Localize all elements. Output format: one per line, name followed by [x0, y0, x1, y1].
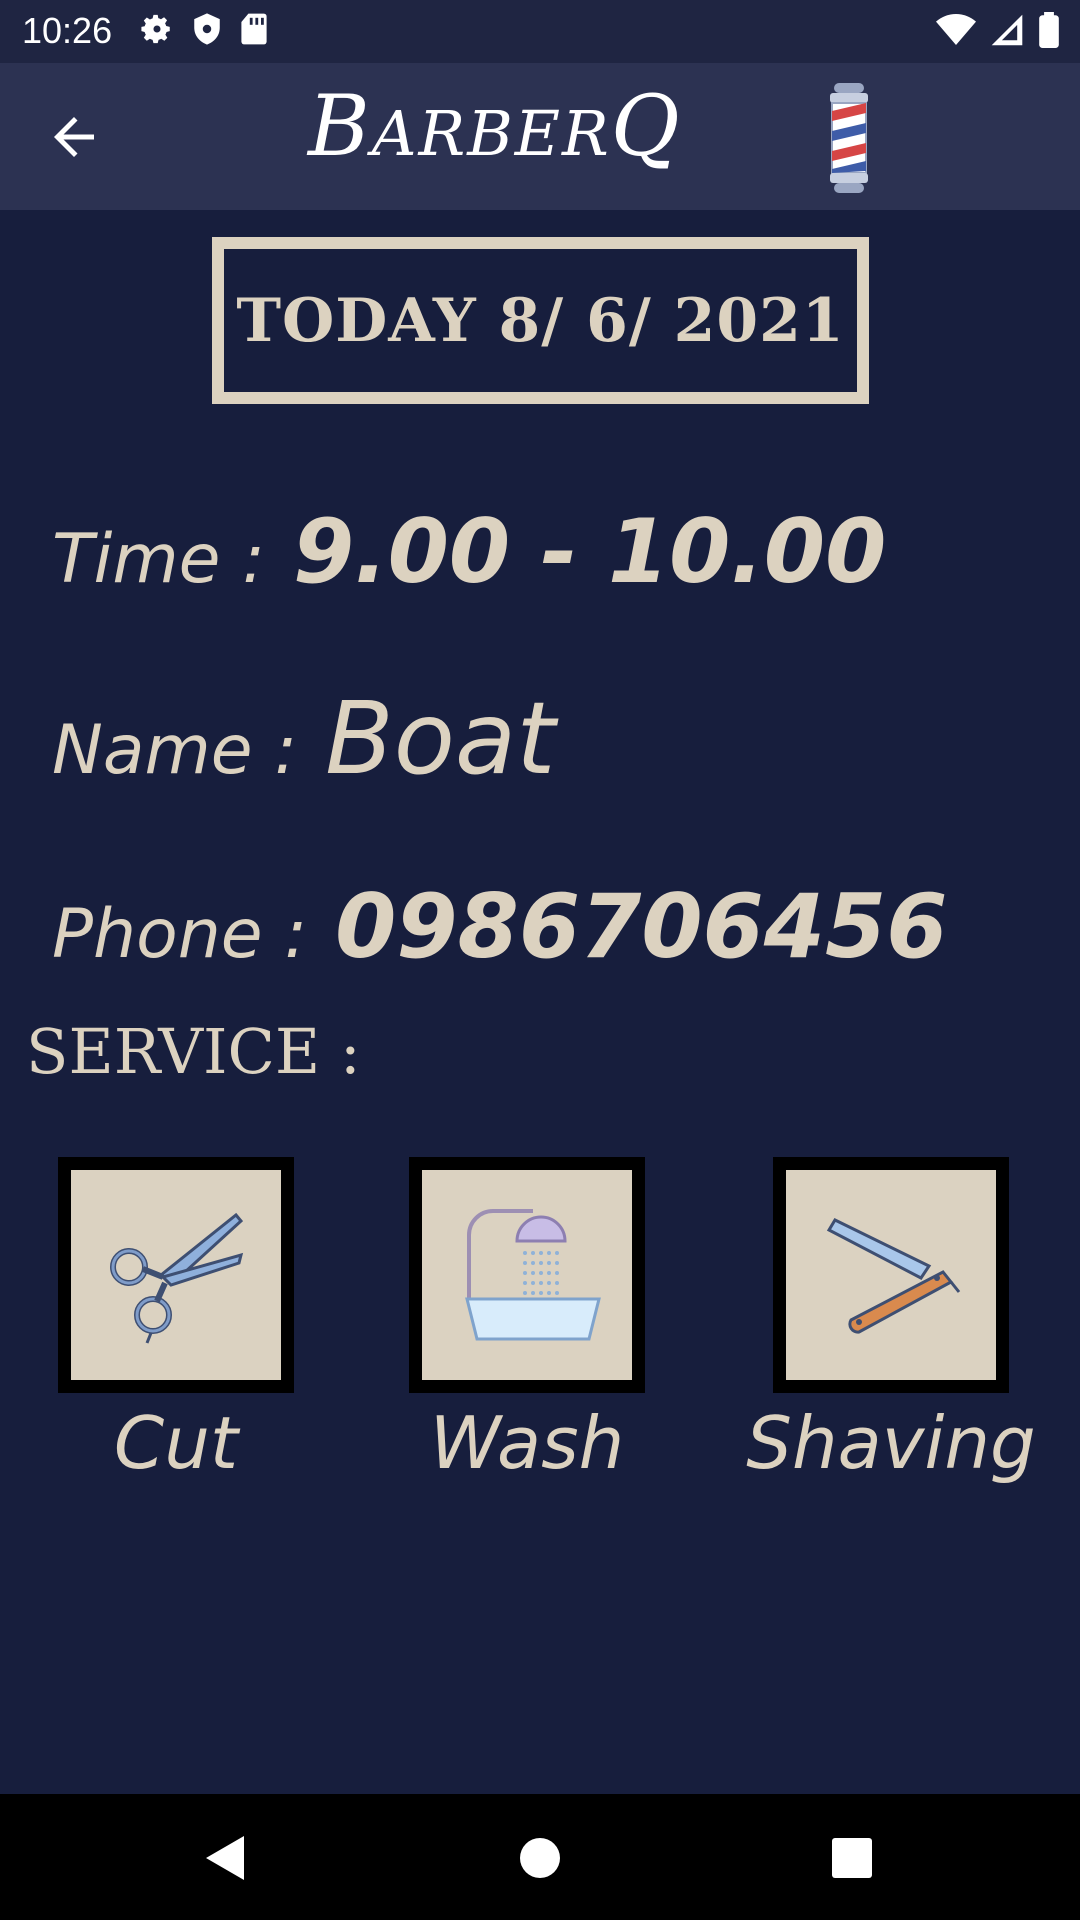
service-tile[interactable]	[773, 1157, 1009, 1393]
brand-middle: ARBER	[371, 97, 611, 170]
navigation-bar	[0, 1794, 1080, 1920]
service-label: Wash	[429, 1401, 625, 1485]
name-row: Name : Boat	[52, 680, 555, 797]
name-label: Name :	[52, 711, 298, 790]
barber-pole-icon	[830, 83, 868, 193]
name-value: Boat	[325, 680, 556, 797]
service-shaving[interactable]: Shaving	[746, 1157, 1036, 1485]
service-heading: SERVICE :	[26, 1015, 361, 1088]
phone-label: Phone :	[52, 895, 308, 974]
signal-icon	[991, 14, 1023, 46]
date-text: TODAY 8/ 6/ 2021	[236, 285, 845, 356]
shield-icon	[194, 13, 220, 45]
time-label: Time :	[52, 520, 266, 599]
brand-logo: BARBERQ	[308, 77, 682, 175]
phone-value: 0986706456	[335, 875, 948, 978]
time-row: Time : 9.00 - 10.00	[52, 500, 886, 603]
status-bar: 10:26	[0, 0, 1080, 63]
wifi-icon	[936, 14, 976, 45]
time-value: 9.00 - 10.00	[293, 500, 887, 603]
nav-home-icon[interactable]	[518, 1834, 562, 1882]
service-tile[interactable]	[409, 1157, 645, 1393]
sd-card-icon	[241, 13, 267, 45]
service-tile[interactable]	[58, 1157, 294, 1393]
service-label: Shaving	[746, 1401, 1036, 1485]
service-label: Cut	[113, 1401, 239, 1485]
nav-recents-icon[interactable]	[830, 1834, 874, 1882]
settings-icon	[141, 14, 170, 44]
phone-row: Phone : 0986706456	[52, 875, 947, 978]
service-wash[interactable]: Wash	[409, 1157, 645, 1485]
scissors-icon	[110, 1212, 244, 1344]
brand-q: Q	[610, 77, 682, 175]
hair-wash-icon	[465, 1209, 601, 1341]
back-arrow-icon[interactable]	[44, 107, 104, 167]
brand-initial: B	[308, 77, 372, 175]
status-time: 10:26	[22, 10, 113, 51]
service-cut[interactable]: Cut	[58, 1157, 294, 1485]
app-bar: BARBERQ	[0, 63, 1080, 210]
nav-back-icon[interactable]	[204, 1834, 248, 1882]
razor-icon	[826, 1218, 961, 1334]
date-box: TODAY 8/ 6/ 2021	[212, 237, 869, 404]
battery-icon	[1039, 12, 1059, 48]
